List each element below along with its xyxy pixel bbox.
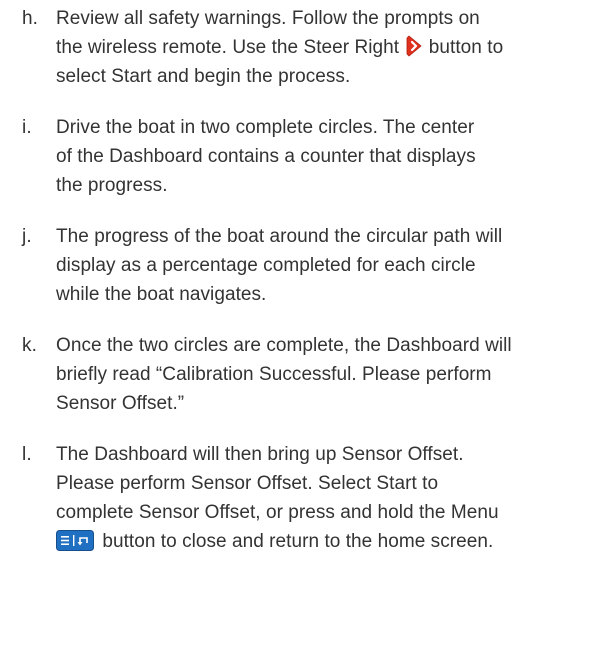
text-line: complete Sensor Offset, or press and hol… [56, 502, 499, 523]
text-segment: button to [428, 37, 504, 58]
instruction-page: h. Review all safety warnings. Follow th… [0, 0, 600, 647]
step-text: Drive the boat in two complete circles. … [56, 113, 600, 200]
steer-right-icon [407, 35, 423, 57]
text-line: select Start and begin the process. [56, 66, 351, 87]
text-segment: the wireless remote. Use the Steer Right [56, 37, 400, 58]
text-line: the progress. [56, 175, 168, 196]
step-l: l. The Dashboard will then bring up Sens… [0, 440, 600, 556]
step-letter: k. [22, 335, 37, 356]
text-line: The Dashboard will then bring up Sensor … [56, 444, 464, 465]
step-j: j. The progress of the boat around the c… [0, 222, 600, 309]
text-line-with-icon: the wireless remote. Use the Steer Right… [56, 33, 600, 62]
text-line: Please perform Sensor Offset. Select Sta… [56, 473, 439, 494]
step-letter: l. [22, 444, 32, 465]
text-segment: button to close and return to the home s… [102, 531, 494, 552]
text-line: Sensor Offset.” [56, 393, 185, 414]
step-letter: i. [22, 117, 32, 138]
step-text: The Dashboard will then bring up Sensor … [56, 440, 600, 556]
menu-icon [56, 530, 94, 551]
step-text: Review all safety warnings. Follow the p… [56, 4, 600, 91]
step-h: h. Review all safety warnings. Follow th… [0, 4, 600, 91]
text-line: Once the two circles are complete, the D… [56, 335, 512, 356]
step-text: The progress of the boat around the circ… [56, 222, 600, 309]
text-line: Drive the boat in two complete circles. … [56, 117, 475, 138]
text-line: briefly read “Calibration Successful. Pl… [56, 364, 492, 385]
text-line-with-icon: button to close and return to the home s… [56, 527, 600, 556]
text-line: while the boat navigates. [56, 284, 267, 305]
step-text: Once the two circles are complete, the D… [56, 331, 600, 418]
text-line: of the Dashboard contains a counter that… [56, 146, 476, 167]
step-letter: h. [22, 8, 39, 29]
text-line: Review all safety warnings. Follow the p… [56, 8, 480, 29]
step-i: i. Drive the boat in two complete circle… [0, 113, 600, 200]
text-line: display as a percentage completed for ea… [56, 255, 476, 276]
step-k: k. Once the two circles are complete, th… [0, 331, 600, 418]
text-line: The progress of the boat around the circ… [56, 226, 503, 247]
step-letter: j. [22, 226, 32, 247]
